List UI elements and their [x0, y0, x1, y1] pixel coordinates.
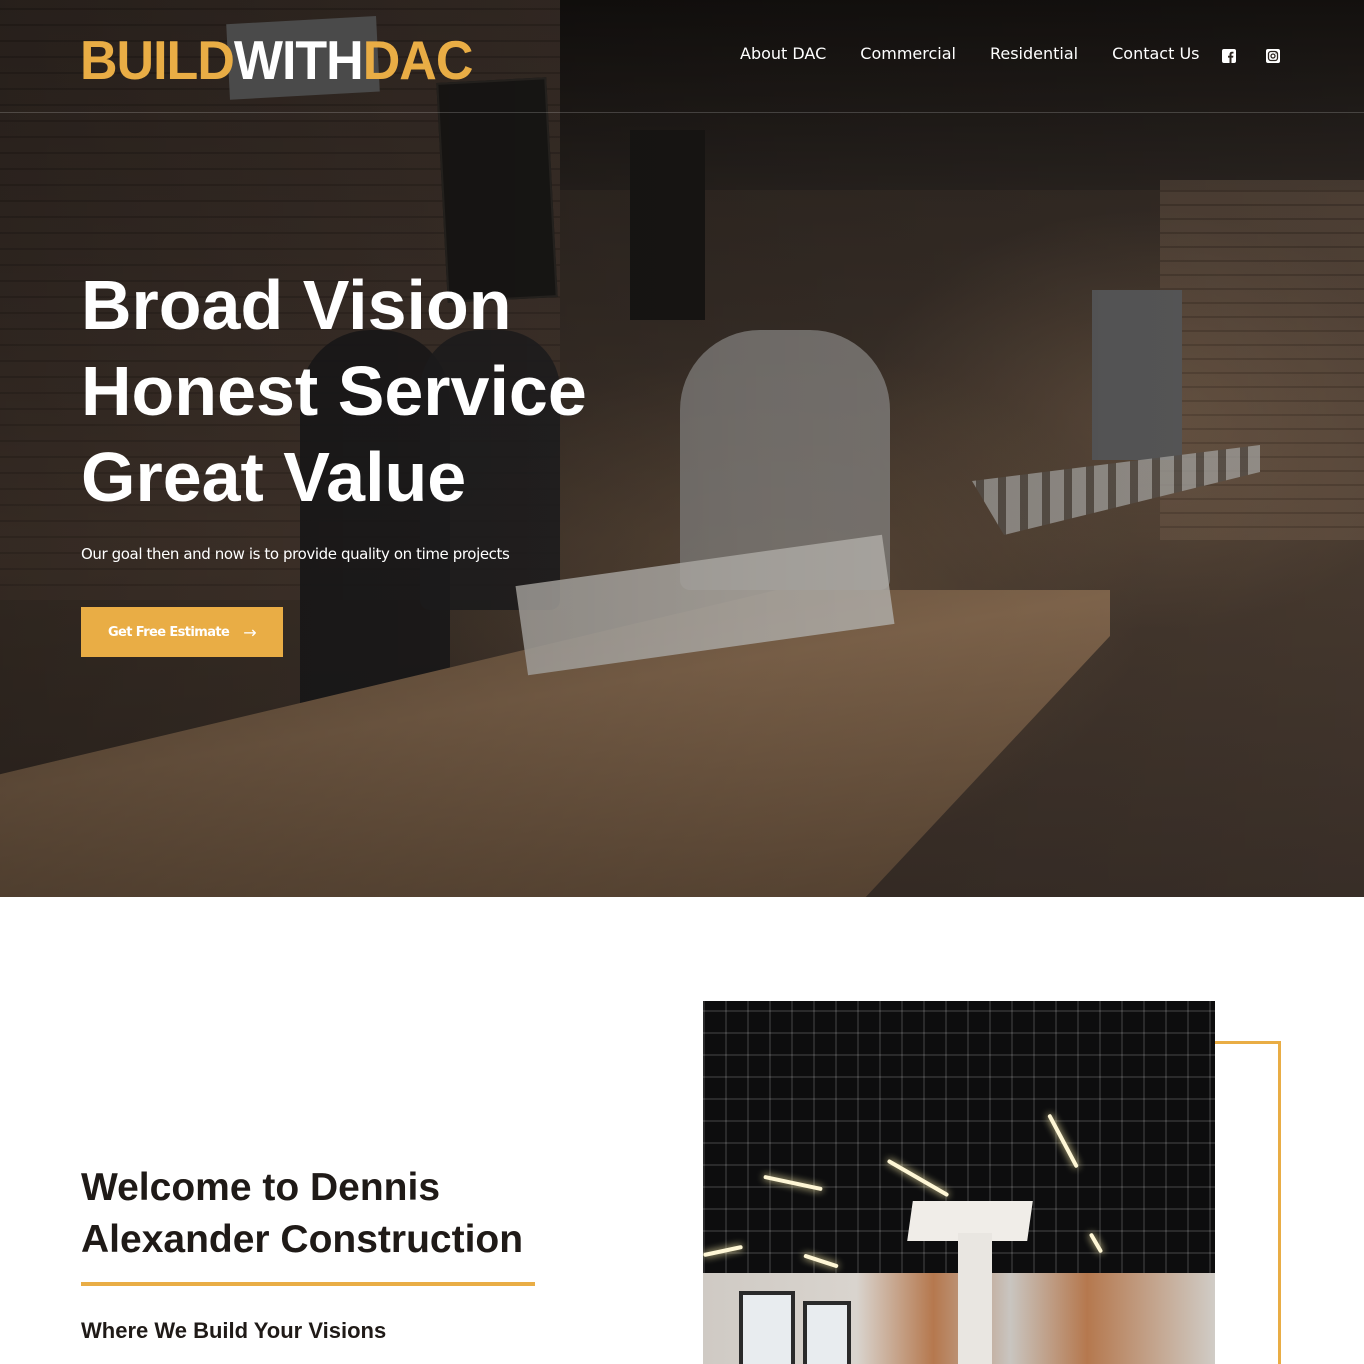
- ceiling-light: [886, 1158, 950, 1198]
- ceiling-light: [763, 1174, 823, 1192]
- hero-title-line: Great Value: [81, 438, 467, 516]
- arrow-right-icon: →: [243, 622, 257, 642]
- logo-text-dac: DAC: [362, 30, 474, 92]
- ceiling-light: [1047, 1113, 1079, 1169]
- hero-section: Broad Vision Honest Service Great Value …: [0, 0, 1364, 897]
- cta-label: Get Free Estimate: [107, 624, 230, 640]
- facebook-link[interactable]: [1222, 49, 1236, 63]
- facebook-icon: [1222, 49, 1236, 63]
- logo-text-with: WITH: [233, 30, 364, 92]
- site-logo[interactable]: BUILD WITH DAC: [80, 15, 474, 100]
- gold-divider: [81, 1282, 535, 1286]
- interior-photo: [703, 1001, 1215, 1364]
- interior-window: [739, 1291, 795, 1364]
- get-free-estimate-button[interactable]: Get Free Estimate →: [81, 607, 283, 657]
- instagram-icon: [1266, 49, 1280, 63]
- hero-title-line: Broad Vision: [81, 266, 512, 344]
- hero-subtitle: Our goal then and now is to provide qual…: [81, 545, 510, 563]
- nav-item-residential[interactable]: Residential: [990, 44, 1078, 63]
- nav-item-about[interactable]: About DAC: [740, 44, 826, 63]
- main-nav: About DAC Commercial Residential Contact…: [740, 44, 1234, 63]
- site-header: BUILD WITH DAC About DAC Commercial Resi…: [0, 0, 1364, 113]
- logo-text-build: BUILD: [80, 30, 235, 92]
- hero-title-line: Honest Service: [81, 352, 587, 430]
- hero-title: Broad Vision Honest Service Great Value: [81, 262, 701, 520]
- welcome-subtitle: Where We Build Your Visions: [81, 1318, 387, 1343]
- nav-item-commercial[interactable]: Commercial: [860, 44, 956, 63]
- interior-window: [803, 1301, 851, 1364]
- nav-item-contact[interactable]: Contact Us: [1112, 44, 1199, 63]
- ceiling-light: [703, 1244, 743, 1258]
- gold-frame-decoration: [1205, 1041, 1281, 1364]
- welcome-title: Welcome to Dennis Alexander Construction: [81, 1166, 524, 1261]
- interior-column: [958, 1233, 992, 1364]
- ceiling-light: [803, 1253, 839, 1269]
- instagram-link[interactable]: [1266, 49, 1280, 63]
- ceiling-light: [1088, 1232, 1104, 1254]
